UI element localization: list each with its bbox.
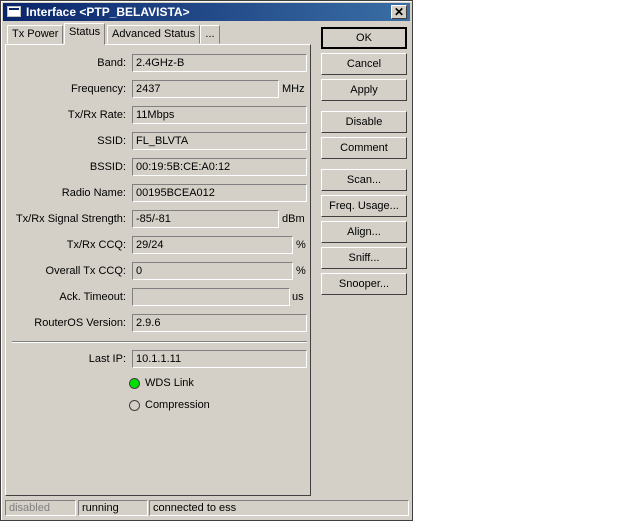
frequency-unit: MHz [282,83,305,95]
signal-strength-label: Tx/Rx Signal Strength: [15,213,126,225]
bssid-field: 00:19:5B:CE:A0:12 [132,158,307,176]
signal-strength-field: -85/-81 [132,210,279,228]
title-bar[interactable]: Interface <PTP_BELAVISTA> ✕ [3,3,410,21]
separator [12,341,307,343]
status-connection: connected to ess [149,500,409,516]
disable-button[interactable]: Disable [321,111,407,133]
wds-link-label: WDS Link [145,377,194,389]
compression-indicator-icon [129,400,140,411]
window-app-icon [7,6,21,17]
frequency-field: 2437 [132,80,279,98]
close-icon[interactable]: ✕ [391,5,407,19]
bssid-label: BSSID: [89,161,126,173]
ack-timeout-unit: us [292,291,304,303]
tab-status[interactable]: Status [64,23,106,45]
status-state: disabled [5,500,76,516]
txrx-ccq-label: Tx/Rx CCQ: [66,239,126,251]
compression-label: Compression [145,399,210,411]
tab-tx-power[interactable]: Tx Power [7,25,64,44]
interface-window: Interface <PTP_BELAVISTA> ✕ Tx Power Sta… [0,0,413,521]
overall-ccq-unit: % [296,265,306,277]
wds-link-indicator-icon [129,378,140,389]
snooper-button[interactable]: Snooper... [321,273,407,295]
status-panel: Band: 2.4GHz-B Frequency: 2437 MHz Tx/Rx… [5,44,311,496]
comment-button[interactable]: Comment [321,137,407,159]
status-running: running [78,500,148,516]
apply-button[interactable]: Apply [321,79,407,101]
band-label: Band: [97,57,126,69]
txrx-rate-field: 11Mbps [132,106,307,124]
last-ip-field: 10.1.1.11 [132,350,307,368]
tab-more[interactable]: ... [200,25,220,44]
frequency-label: Frequency: [70,83,126,95]
signal-strength-unit: dBm [282,213,305,225]
tab-advanced-status[interactable]: Advanced Status [107,25,201,44]
last-ip-label: Last IP: [88,353,126,365]
radio-name-field: 00195BCEA012 [132,184,307,202]
overall-ccq-field: 0 [132,262,293,280]
scan-button[interactable]: Scan... [321,169,407,191]
align-button[interactable]: Align... [321,221,407,243]
sniff-button[interactable]: Sniff... [321,247,407,269]
ssid-field: FL_BLVTA [132,132,307,150]
overall-ccq-label: Overall Tx CCQ: [45,265,126,277]
txrx-rate-label: Tx/Rx Rate: [67,109,126,121]
freq-usage-button[interactable]: Freq. Usage... [321,195,407,217]
ack-timeout-field [132,288,290,306]
txrx-ccq-field: 29/24 [132,236,293,254]
routeros-version-field: 2.9.6 [132,314,307,332]
txrx-ccq-unit: % [296,239,306,251]
ok-button[interactable]: OK [321,27,407,49]
routeros-version-label: RouterOS Version: [34,317,126,329]
window-title: Interface <PTP_BELAVISTA> [26,5,190,19]
ssid-label: SSID: [97,135,126,147]
band-field: 2.4GHz-B [132,54,307,72]
radio-name-label: Radio Name: [61,187,126,199]
ack-timeout-label: Ack. Timeout: [59,291,126,303]
cancel-button[interactable]: Cancel [321,53,407,75]
